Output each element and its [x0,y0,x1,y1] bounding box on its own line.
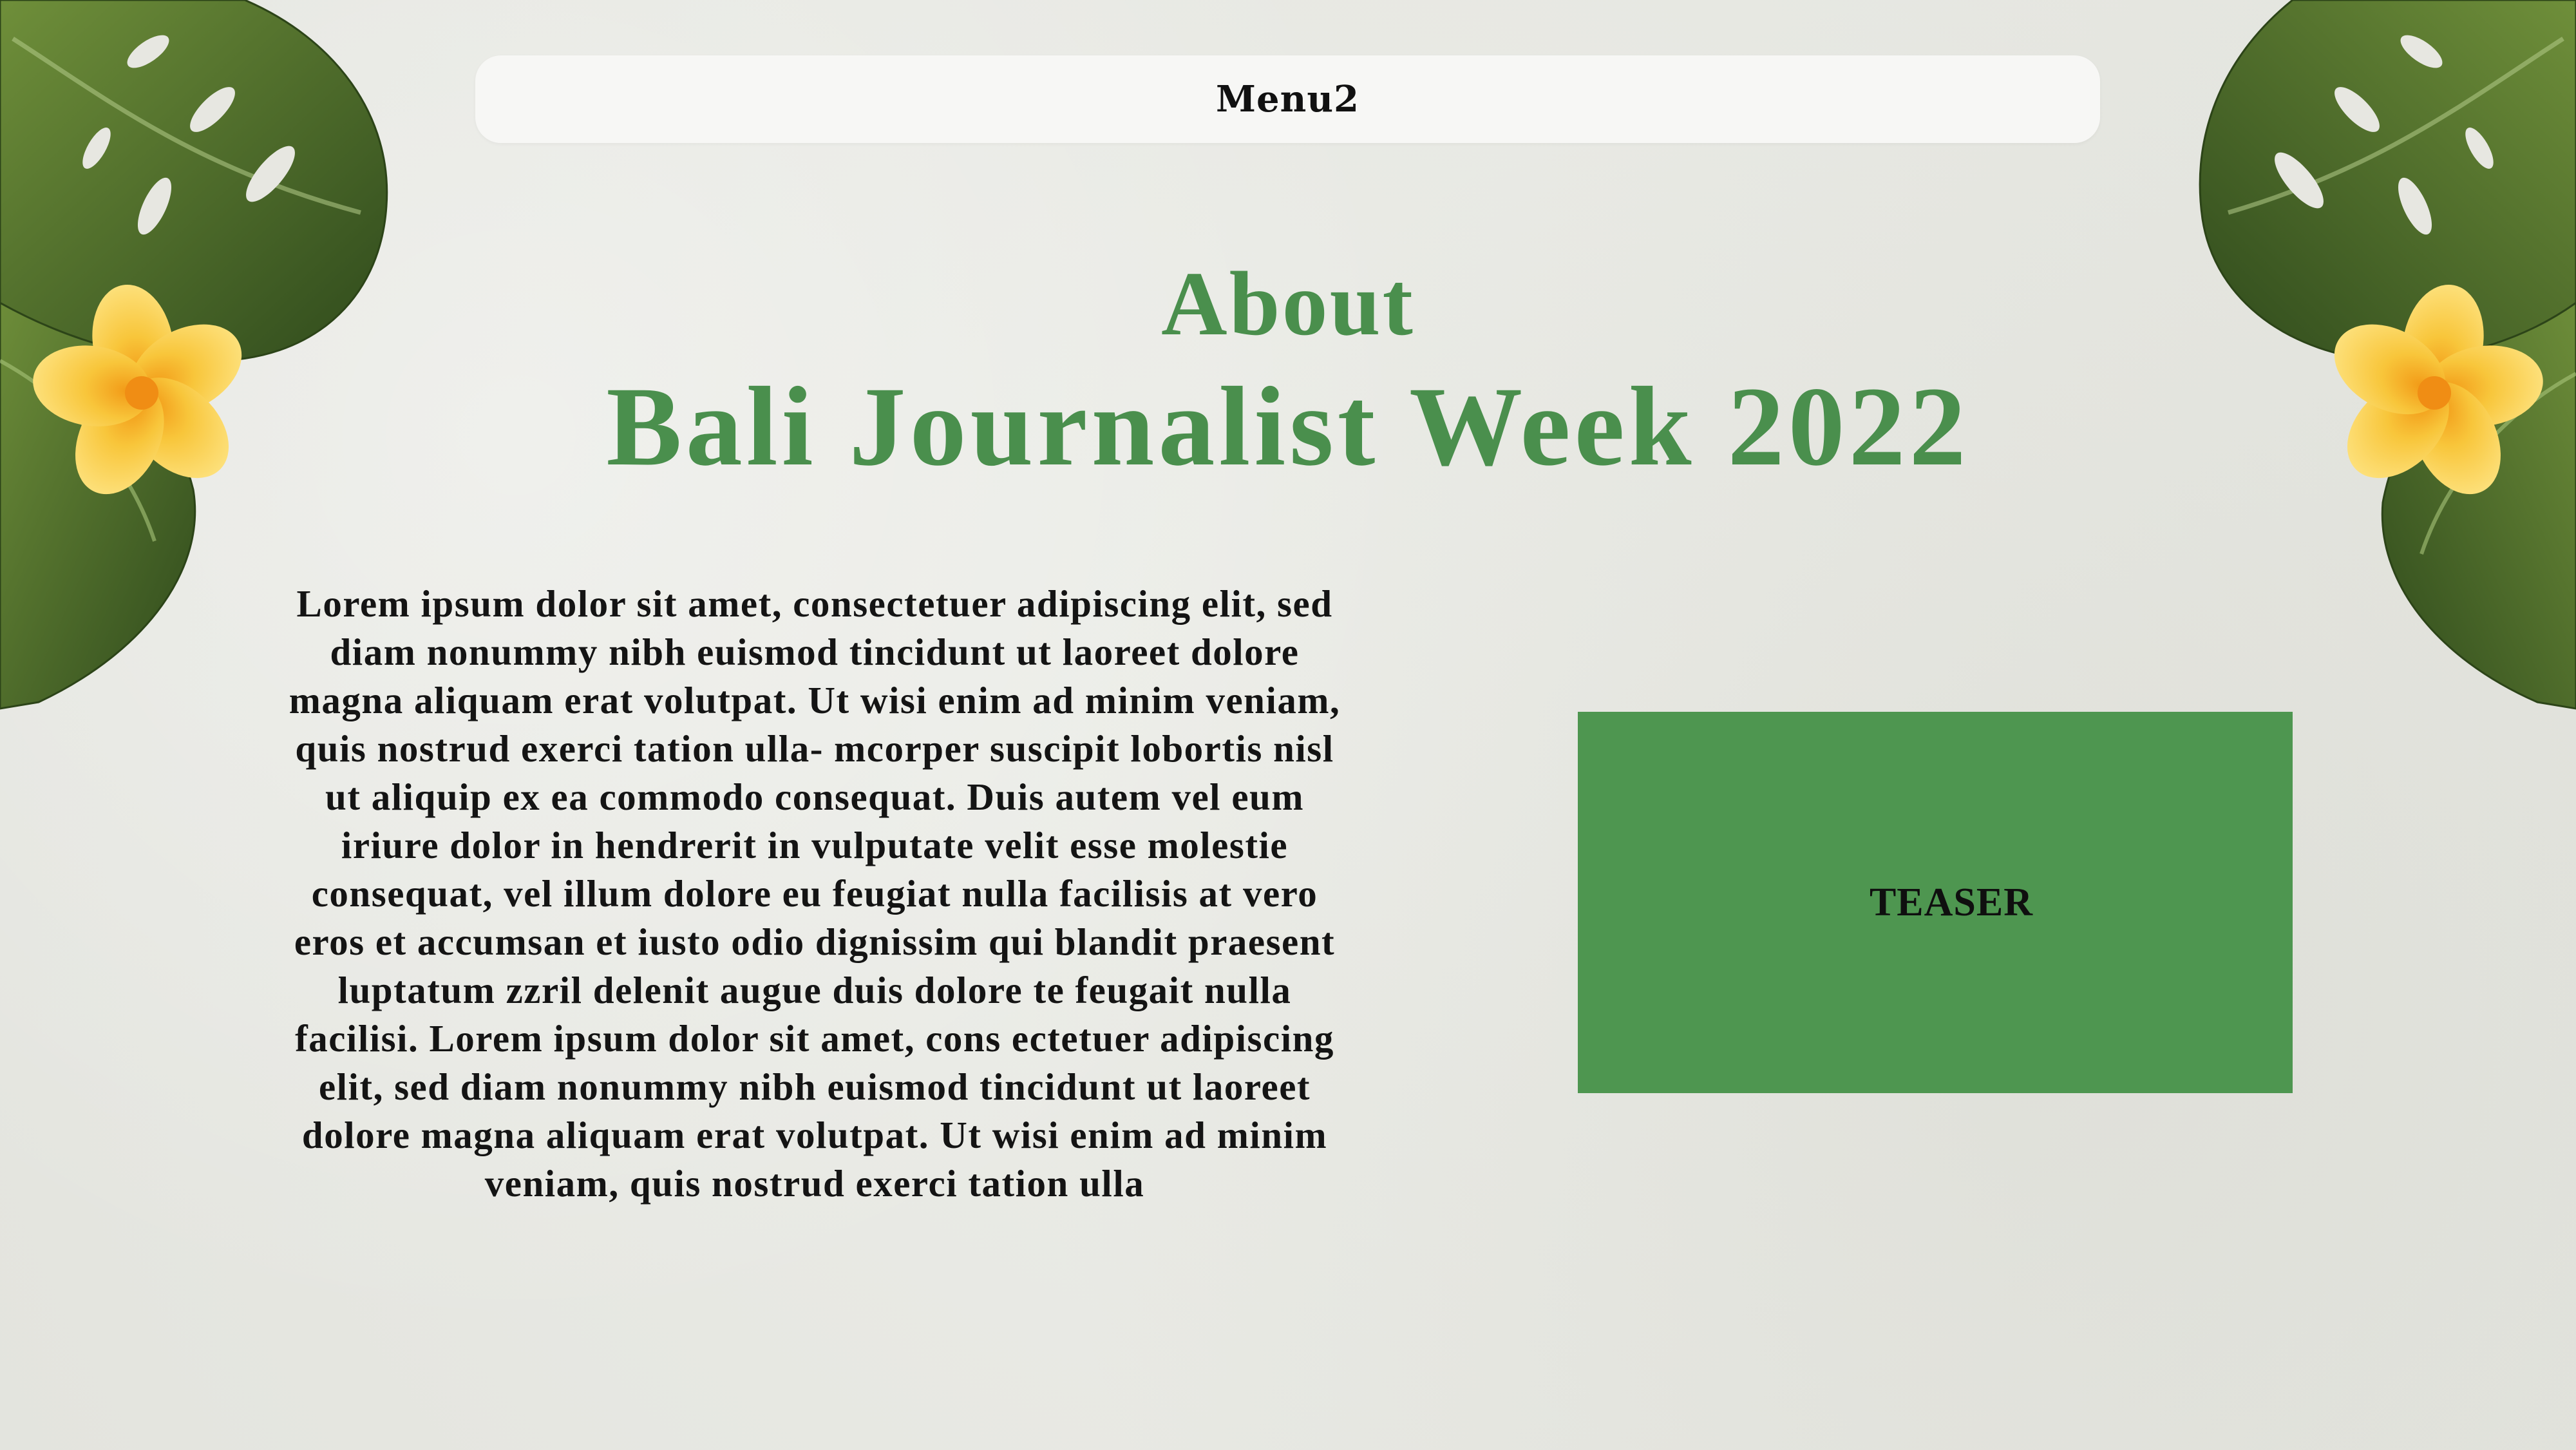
about-heading: About [1161,253,1415,354]
event-title: Bali Journalist Week 2022 [606,364,1970,490]
about-body-text: Lorem ipsum dolor sit amet, consectetuer… [289,582,1341,1205]
top-menu-bar[interactable]: Menu2 [475,55,2100,143]
teaser-label: TEASER [1869,880,2034,924]
teaser-box[interactable]: TEASER [1578,712,2293,1093]
menu-label[interactable]: Menu2 [1216,78,1359,120]
leaf-flower-decoration-right-icon [2199,0,2576,710]
